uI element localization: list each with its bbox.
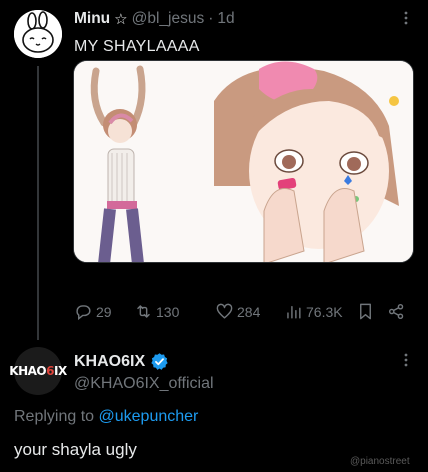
reply-author-avatar[interactable]: KHAO 6 IX bbox=[9, 347, 67, 395]
replying-to-line: Replying to @ukepuncher bbox=[14, 408, 198, 426]
retweet-button[interactable]: 130 bbox=[134, 302, 179, 321]
artwork-illustration bbox=[74, 61, 413, 262]
watermark: @pianostreet bbox=[350, 456, 410, 467]
thread-connector-line bbox=[37, 66, 39, 340]
reply-author-name[interactable]: KHAO6IX bbox=[74, 353, 145, 371]
replying-to-prefix: Replying to bbox=[14, 408, 95, 425]
reply-count: 29 bbox=[96, 303, 112, 320]
reply-author-handle[interactable]: @KHAO6IX_official bbox=[74, 375, 214, 393]
share-button[interactable] bbox=[387, 302, 406, 321]
author-badge: ☆ bbox=[114, 11, 128, 28]
avatar-bunny-icon bbox=[14, 10, 62, 58]
separator-dot: · bbox=[208, 10, 214, 27]
replying-to-mention[interactable]: @ukepuncher bbox=[99, 408, 199, 425]
author-handle[interactable]: @bl_jesus bbox=[132, 10, 205, 28]
more-dots-icon[interactable] bbox=[398, 10, 414, 26]
avatar-logo-text-b: 6 bbox=[46, 364, 54, 378]
tweet-action-bar: 29 130 284 76.3K bbox=[74, 302, 414, 324]
retweet-count: 130 bbox=[156, 303, 180, 320]
reply-header: KHAO6IX bbox=[74, 352, 169, 371]
avatar-logo-text-c: IX bbox=[54, 364, 67, 378]
reply-text: your shayla ugly bbox=[14, 440, 137, 459]
verified-badge-icon bbox=[151, 353, 168, 370]
author-avatar[interactable] bbox=[14, 10, 62, 58]
share-icon bbox=[388, 303, 404, 320]
tweet-text: MY SHAYLAAAA bbox=[74, 38, 200, 55]
timestamp[interactable]: 1d bbox=[217, 10, 234, 28]
avatar-logo-text-a: KHAO bbox=[9, 364, 47, 378]
tweet-image[interactable] bbox=[73, 60, 414, 263]
bookmark-button[interactable] bbox=[356, 302, 375, 321]
reply-button[interactable]: 29 bbox=[74, 302, 112, 321]
tweet-header: Minu ☆ @bl_jesus · 1d bbox=[74, 10, 235, 28]
views-icon bbox=[287, 306, 301, 319]
heart-icon bbox=[216, 303, 233, 319]
views-button[interactable]: 76.3K bbox=[284, 302, 343, 321]
like-count: 284 bbox=[237, 303, 261, 320]
more-dots-icon[interactable] bbox=[398, 352, 414, 368]
reply-icon bbox=[76, 305, 91, 321]
like-button[interactable]: 284 bbox=[215, 302, 260, 321]
views-count: 76.3K bbox=[306, 303, 343, 320]
retweet-icon bbox=[137, 305, 150, 318]
bookmark-icon bbox=[360, 303, 371, 320]
author-name[interactable]: Minu bbox=[74, 10, 110, 28]
